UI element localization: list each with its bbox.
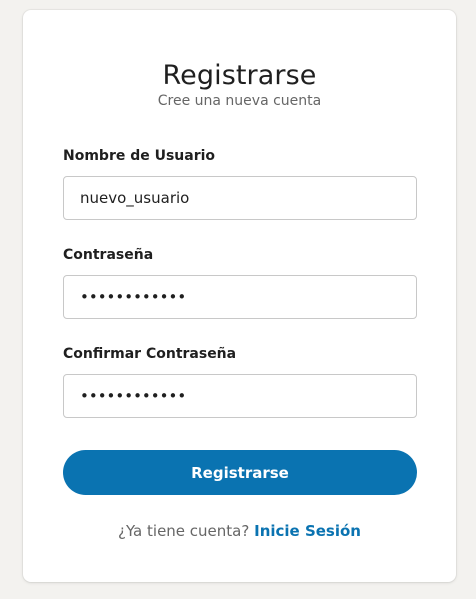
username-label: Nombre de Usuario — [63, 148, 216, 164]
password-field[interactable] — [63, 275, 417, 319]
username-field[interactable] — [63, 176, 417, 220]
password-label: Contraseña — [63, 247, 154, 263]
register-button[interactable]: Registrarse — [63, 450, 417, 495]
confirm-password-label: Confirmar Contraseña — [63, 346, 237, 362]
confirm-password-field[interactable] — [63, 374, 417, 418]
login-link[interactable]: Inicie Sesión — [254, 522, 361, 540]
page-title: Registrarse — [162, 60, 317, 91]
login-prompt-text: ¿Ya tiene cuenta? — [118, 522, 250, 540]
signup-card: Registrarse Cree una nueva cuenta Nombre… — [23, 10, 456, 582]
login-prompt: ¿Ya tiene cuenta? Inicie Sesión — [23, 522, 456, 540]
page-subtitle: Cree una nueva cuenta — [157, 93, 322, 109]
